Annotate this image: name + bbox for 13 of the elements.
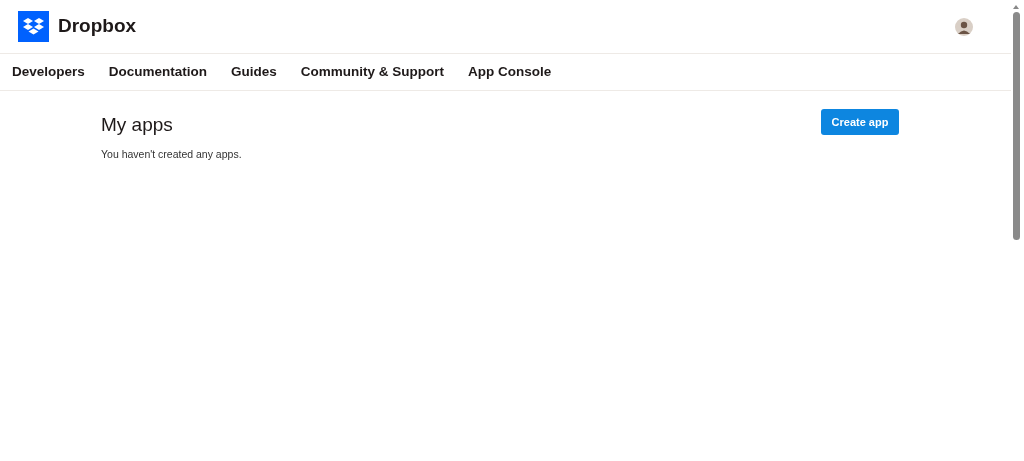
brand-name: Dropbox <box>58 14 137 39</box>
page-title: My apps <box>101 113 173 137</box>
dropbox-logo-icon <box>18 11 49 42</box>
nav-link[interactable]: Documentation <box>108 61 208 83</box>
nav-link[interactable]: App Console <box>468 61 552 83</box>
nav-link[interactable]: Community & Support <box>300 61 445 83</box>
nav-link[interactable]: Guides <box>231 61 277 83</box>
nav-link[interactable]: Developers <box>12 61 85 83</box>
scroll-up-arrow-icon[interactable] <box>1012 4 1020 10</box>
avatar-icon[interactable] <box>955 17 973 36</box>
scrollbar-thumb[interactable] <box>1012 12 1020 240</box>
empty-message: You haven't created any apps. <box>101 146 243 162</box>
create-app-button[interactable]: Create app <box>821 109 899 135</box>
